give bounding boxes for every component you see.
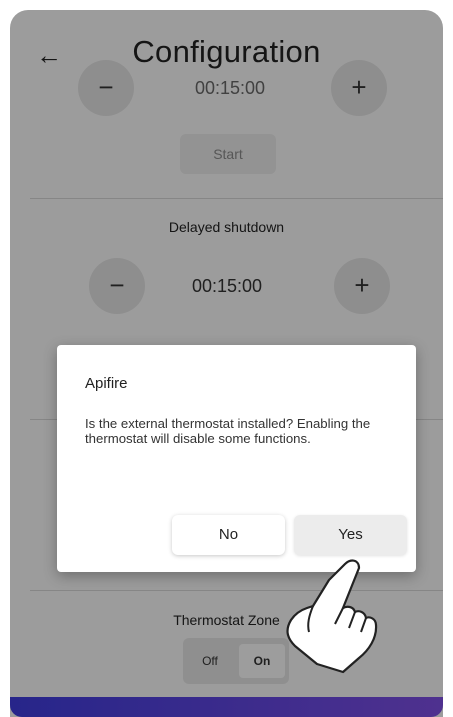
dialog-message: Is the external thermostat installed? En… — [85, 416, 371, 446]
no-button[interactable]: No — [172, 515, 285, 555]
app-screen: ← Configuration − 00:15:00 + Start Delay… — [10, 10, 443, 717]
hand-pointer-icon — [286, 559, 378, 674]
yes-button[interactable]: Yes — [294, 515, 407, 555]
dialog-title: Apifire — [85, 375, 128, 392]
confirm-dialog: Apifire Is the external thermostat insta… — [57, 345, 416, 572]
